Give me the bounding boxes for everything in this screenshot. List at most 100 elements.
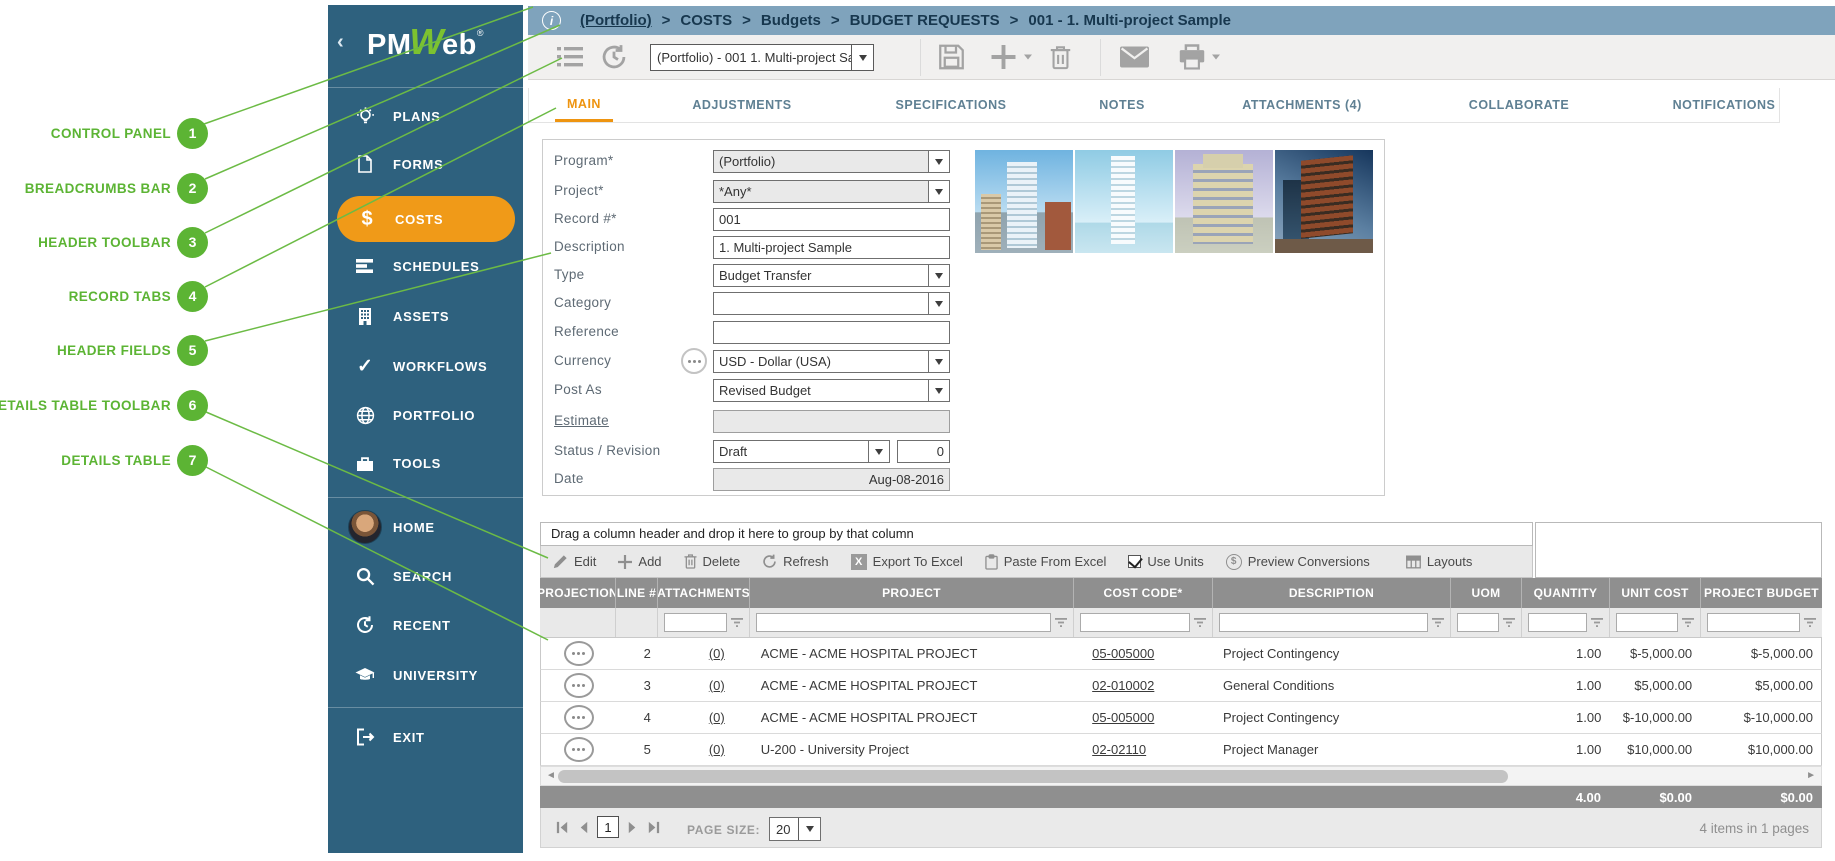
cell-cost-code-link[interactable]: 05-005000 xyxy=(1092,646,1154,661)
current-page-input[interactable]: 1 xyxy=(597,816,619,838)
post-as-select[interactable]: Revised Budget xyxy=(713,379,950,402)
table-row[interactable]: 4 (0) ACME - ACME HOSPITAL PROJECT 05-00… xyxy=(540,702,1822,734)
print-dropdown-caret-icon[interactable] xyxy=(1212,55,1220,60)
dropdown-arrow-icon[interactable] xyxy=(928,380,949,401)
record-number-input[interactable]: 001 xyxy=(713,208,950,231)
col-header-line-number[interactable]: LINE # xyxy=(616,578,658,608)
dropdown-arrow-icon[interactable] xyxy=(868,441,889,462)
add-record-icon[interactable] xyxy=(990,44,1017,71)
breadcrumb-portfolio[interactable]: (Portfolio) xyxy=(580,12,652,29)
cell-attachments-link[interactable]: (0) xyxy=(709,678,725,693)
filter-input-project-budget[interactable] xyxy=(1707,613,1800,632)
filter-input-quantity[interactable] xyxy=(1528,613,1587,632)
last-page-button[interactable] xyxy=(646,820,661,835)
add-button[interactable]: Add xyxy=(618,554,661,569)
col-header-project-budget[interactable]: PROJECT BUDGET xyxy=(1701,578,1822,608)
filter-input-cost-code[interactable] xyxy=(1080,613,1190,632)
currency-ellipsis-button[interactable] xyxy=(681,348,707,374)
revision-input[interactable]: 0 xyxy=(897,440,950,463)
records-list-icon[interactable] xyxy=(556,44,584,70)
print-icon[interactable] xyxy=(1178,44,1206,70)
cell-cost-code-link[interactable]: 02-02110 xyxy=(1092,742,1146,757)
col-header-description[interactable]: DESCRIPTION xyxy=(1213,578,1451,608)
refresh-button[interactable]: Refresh xyxy=(762,554,829,569)
table-row[interactable]: 5 (0) U-200 - University Project 02-0211… xyxy=(540,734,1822,766)
sidebar-item-schedules[interactable]: SCHEDULES xyxy=(328,245,523,287)
filter-funnel-icon[interactable] xyxy=(1432,617,1446,628)
paste-from-excel-button[interactable]: Paste From Excel xyxy=(985,554,1107,570)
filter-input-uom[interactable] xyxy=(1457,613,1499,632)
edit-button[interactable]: Edit xyxy=(553,554,596,569)
sidebar-item-tools[interactable]: TOOLS xyxy=(328,442,523,484)
project-select[interactable]: *Any* xyxy=(713,180,950,203)
filter-funnel-icon[interactable] xyxy=(731,617,745,628)
type-select[interactable]: Budget Transfer xyxy=(713,264,950,287)
group-by-drop-zone[interactable]: Drag a column header and drop it here to… xyxy=(540,522,1533,546)
status-select[interactable]: Draft xyxy=(713,440,890,463)
cell-attachments-link[interactable]: (0) xyxy=(709,742,725,757)
next-page-button[interactable] xyxy=(626,820,639,835)
filter-funnel-icon[interactable] xyxy=(1194,617,1208,628)
col-header-cost-code[interactable]: COST CODE* xyxy=(1074,578,1213,608)
record-history-icon[interactable] xyxy=(600,43,628,71)
horizontal-scrollbar[interactable]: ◄ ► xyxy=(540,766,1822,786)
filter-funnel-icon[interactable] xyxy=(1503,617,1517,628)
sidebar-item-recent[interactable]: RECENT xyxy=(328,604,523,646)
col-header-unit-cost[interactable]: UNIT COST xyxy=(1610,578,1701,608)
dropdown-arrow-icon[interactable] xyxy=(928,293,949,314)
dropdown-arrow-icon[interactable] xyxy=(928,265,949,286)
description-input[interactable]: 1. Multi-project Sample xyxy=(713,236,950,259)
table-row[interactable]: 2 (0) ACME - ACME HOSPITAL PROJECT 05-00… xyxy=(540,638,1822,670)
filter-input-unit-cost[interactable] xyxy=(1616,613,1678,632)
sidebar-item-portfolio[interactable]: PORTFOLIO xyxy=(328,394,523,436)
page-size-select[interactable]: 20 xyxy=(769,817,821,841)
table-row[interactable]: 3 (0) ACME - ACME HOSPITAL PROJECT 02-01… xyxy=(540,670,1822,702)
row-actions-ellipsis-button[interactable] xyxy=(564,641,594,666)
cell-attachments-link[interactable]: (0) xyxy=(709,710,725,725)
dropdown-arrow-icon[interactable] xyxy=(928,351,949,372)
col-header-project[interactable]: PROJECT xyxy=(750,578,1074,608)
preview-conversions-button[interactable]: $ Preview Conversions xyxy=(1226,554,1370,570)
save-icon[interactable] xyxy=(938,44,965,71)
filter-input-attachments[interactable] xyxy=(664,613,727,632)
sidebar-item-search[interactable]: SEARCH xyxy=(328,555,523,597)
currency-select[interactable]: USD - Dollar (USA) xyxy=(713,350,950,373)
sidebar-item-home[interactable]: HOME xyxy=(328,506,523,548)
scrollbar-thumb[interactable] xyxy=(558,770,1508,783)
scroll-right-arrow-icon[interactable]: ► xyxy=(1806,770,1816,781)
cell-attachments-link[interactable]: (0) xyxy=(709,646,725,661)
email-icon[interactable] xyxy=(1120,46,1149,68)
sidebar-item-plans[interactable]: PLANS xyxy=(328,95,523,137)
tab-specifications[interactable]: SPECIFICATIONS xyxy=(884,88,1019,122)
sidebar-item-forms[interactable]: FORMS xyxy=(328,143,523,185)
col-header-uom[interactable]: UOM xyxy=(1451,578,1522,608)
tab-collaborate[interactable]: COLLABORATE xyxy=(1457,88,1581,122)
program-select[interactable]: (Portfolio) xyxy=(713,150,950,173)
layouts-button[interactable]: Layouts xyxy=(1406,554,1473,569)
dropdown-arrow-icon[interactable] xyxy=(928,151,949,172)
filter-funnel-icon[interactable] xyxy=(1055,617,1069,628)
sidebar-item-costs[interactable]: $ COSTS xyxy=(337,196,515,242)
cell-cost-code-link[interactable]: 02-010002 xyxy=(1092,678,1154,693)
export-to-excel-button[interactable]: X Export To Excel xyxy=(851,554,963,570)
tab-notes[interactable]: NOTES xyxy=(1087,88,1157,122)
sidebar-item-workflows[interactable]: ✓ WORKFLOWS xyxy=(328,345,523,387)
scroll-left-arrow-icon[interactable]: ◄ xyxy=(546,770,556,781)
info-icon[interactable]: i xyxy=(542,11,561,30)
sidebar-item-exit[interactable]: EXIT xyxy=(328,716,523,758)
filter-funnel-icon[interactable] xyxy=(1591,617,1605,628)
sidebar-item-university[interactable]: UNIVERSITY xyxy=(328,654,523,696)
col-header-quantity[interactable]: QUANTITY xyxy=(1522,578,1610,608)
sidebar-item-assets[interactable]: ASSETS xyxy=(328,295,523,337)
tab-adjustments[interactable]: ADJUSTMENTS xyxy=(680,88,803,122)
filter-input-project[interactable] xyxy=(756,613,1051,632)
row-actions-ellipsis-button[interactable] xyxy=(564,737,594,762)
filter-funnel-icon[interactable] xyxy=(1804,617,1818,628)
dropdown-arrow-icon[interactable] xyxy=(798,818,820,840)
col-header-projection[interactable]: PROJECTION xyxy=(540,578,616,608)
estimate-link[interactable]: Estimate xyxy=(554,413,609,428)
add-dropdown-caret-icon[interactable] xyxy=(1024,55,1032,60)
tab-main[interactable]: MAIN xyxy=(555,88,613,122)
tab-attachments[interactable]: ATTACHMENTS (4) xyxy=(1230,88,1374,122)
col-header-attachments[interactable]: ATTACHMENTS xyxy=(658,578,750,608)
